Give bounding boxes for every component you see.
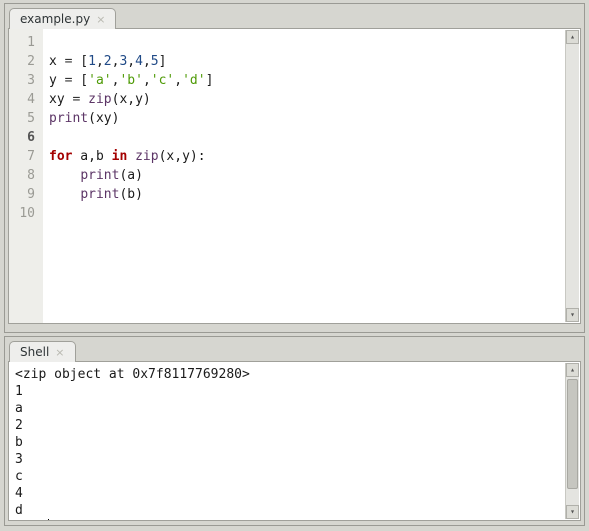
code-line: x = [1,2,3,4,5]: [49, 52, 574, 71]
editor-panel: example.py × 12345678910 x = [1,2,3,4,5]…: [4, 3, 585, 333]
cursor-icon: [48, 519, 49, 521]
code-line: for a,b in zip(x,y):: [49, 147, 574, 166]
code-line: [49, 204, 574, 223]
shell-body[interactable]: <zip object at 0x7f8117769280>1a2b3c4d>>…: [8, 361, 581, 521]
close-icon[interactable]: ×: [55, 347, 64, 358]
shell-line: d: [15, 502, 574, 519]
shell-line: 1: [15, 383, 574, 400]
line-number: 10: [13, 204, 35, 223]
code-line: xy = zip(x,y): [49, 90, 574, 109]
line-number: 3: [13, 71, 35, 90]
line-number: 4: [13, 90, 35, 109]
shell-line: 3: [15, 451, 574, 468]
editor-scrollbar[interactable]: ▴ ▾: [565, 30, 579, 322]
shell-line: c: [15, 468, 574, 485]
shell-line: <zip object at 0x7f8117769280>: [15, 366, 574, 383]
line-number: 2: [13, 52, 35, 71]
shell-scrollbar[interactable]: ▴ ▾: [565, 363, 579, 519]
editor-tab-label: example.py: [20, 12, 90, 26]
scrollbar-thumb[interactable]: [567, 379, 578, 489]
shell-output: <zip object at 0x7f8117769280>1a2b3c4d>>…: [15, 366, 574, 521]
close-icon[interactable]: ×: [96, 14, 105, 25]
code-line: print(a): [49, 166, 574, 185]
line-number: 9: [13, 185, 35, 204]
code-area[interactable]: x = [1,2,3,4,5]y = ['a','b','c','d']xy =…: [43, 29, 580, 323]
shell-line: 2: [15, 417, 574, 434]
shell-line: a: [15, 400, 574, 417]
line-number: 5: [13, 109, 35, 128]
editor-tab[interactable]: example.py ×: [9, 8, 116, 29]
shell-tabbar: Shell ×: [5, 337, 584, 361]
line-number: 1: [13, 33, 35, 52]
line-number: 6: [13, 128, 35, 147]
code-line: print(b): [49, 185, 574, 204]
shell-line: 4: [15, 485, 574, 502]
editor-body[interactable]: 12345678910 x = [1,2,3,4,5]y = ['a','b',…: [8, 28, 581, 324]
shell-tab[interactable]: Shell ×: [9, 341, 76, 362]
code-line: print(xy): [49, 109, 574, 128]
shell-line: b: [15, 434, 574, 451]
shell-tab-label: Shell: [20, 345, 49, 359]
line-number-gutter: 12345678910: [9, 29, 43, 323]
shell-prompt: >>>: [15, 520, 46, 521]
code-line: [49, 33, 574, 52]
shell-panel: Shell × <zip object at 0x7f8117769280>1a…: [4, 336, 585, 526]
scroll-up-icon[interactable]: ▴: [566, 30, 579, 44]
line-number: 7: [13, 147, 35, 166]
editor-tabbar: example.py ×: [5, 4, 584, 28]
scroll-up-icon[interactable]: ▴: [566, 363, 579, 377]
shell-prompt-line[interactable]: >>>: [15, 519, 574, 521]
line-number: 8: [13, 166, 35, 185]
scroll-down-icon[interactable]: ▾: [566, 308, 579, 322]
code-line: [49, 128, 574, 147]
scroll-down-icon[interactable]: ▾: [566, 505, 579, 519]
code-line: y = ['a','b','c','d']: [49, 71, 574, 90]
